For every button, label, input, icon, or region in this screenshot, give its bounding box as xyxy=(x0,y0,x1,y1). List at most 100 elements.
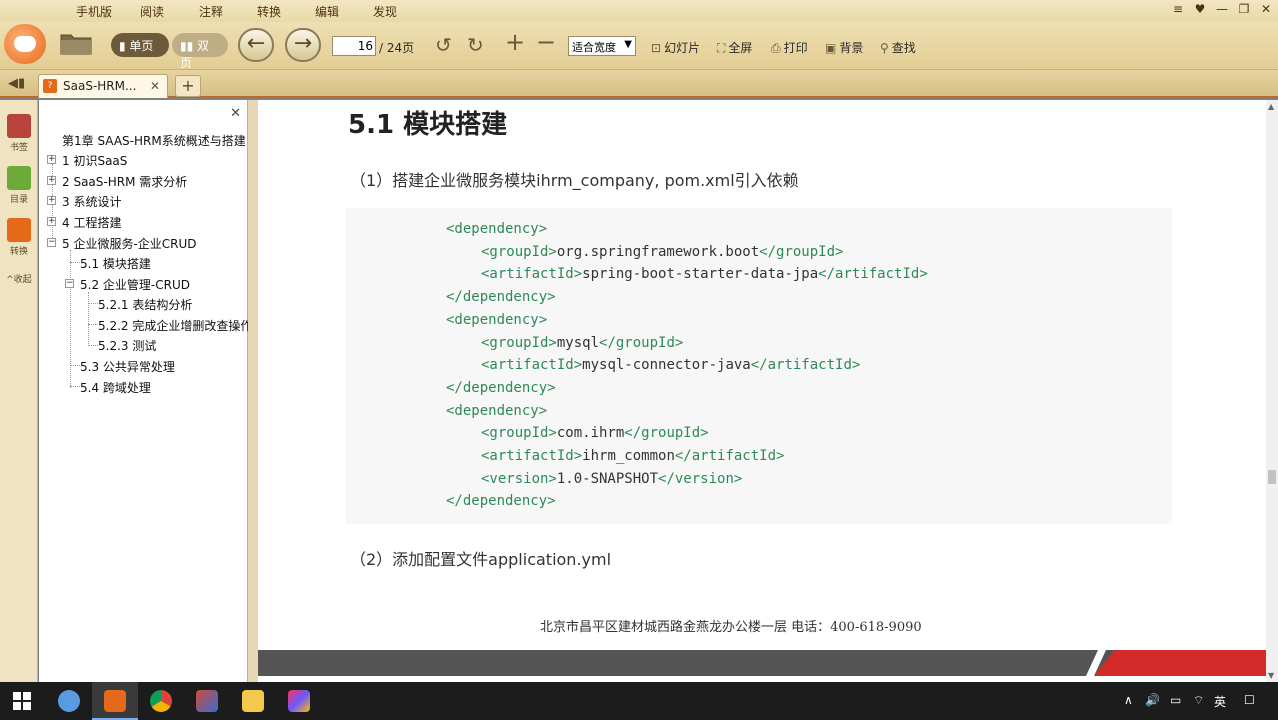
code-line: <dependency> xyxy=(446,312,547,328)
convert-panel-button[interactable]: 转换 xyxy=(4,218,34,257)
xml-tag: </groupId> xyxy=(624,425,709,442)
main-menu-icon[interactable]: ≡ xyxy=(1168,2,1188,16)
bookmark-panel-button[interactable]: 书签 xyxy=(4,114,34,153)
paragraph-step1: （1）搭建企业微服务模块ihrm_company, pom.xml引入依赖 xyxy=(350,171,799,190)
battery-icon[interactable]: ▭ xyxy=(1170,693,1181,707)
code-line: <groupId>com.ihrm</groupId> xyxy=(481,425,709,441)
collapse-node-icon[interactable]: − xyxy=(47,238,56,247)
rotate-right-icon[interactable]: ↻ xyxy=(467,35,484,55)
collapse-rail-button[interactable]: ^收起 xyxy=(4,272,34,285)
outline-item-testing[interactable]: 5.2.3 测试 xyxy=(98,337,156,354)
slideshow-button[interactable]: ⊡ 幻灯片 xyxy=(651,39,700,56)
menu-convert[interactable]: 转换 xyxy=(257,3,281,20)
taskbar-app-git[interactable] xyxy=(184,682,230,720)
outline-item-table-analysis[interactable]: 5.2.1 表结构分析 xyxy=(98,296,192,313)
background-button[interactable]: ▣ 背景 xyxy=(825,39,863,56)
scroll-thumb[interactable] xyxy=(1268,470,1276,484)
menu-edit[interactable]: 编辑 xyxy=(315,3,339,20)
taskbar-app-chrome[interactable] xyxy=(138,682,184,720)
taskbar-app-explorer[interactable] xyxy=(230,682,276,720)
close-button[interactable]: ✕ xyxy=(1256,2,1276,16)
xml-tag: <artifactId> xyxy=(481,357,583,374)
menu-mobile[interactable]: 手机版 xyxy=(76,3,112,20)
expand-icon[interactable]: + xyxy=(47,155,56,164)
menu-annotate[interactable]: 注释 xyxy=(199,3,223,20)
xml-tag: <dependency> xyxy=(446,402,548,419)
outline-item-requirements[interactable]: 2 SaaS-HRM 需求分析 xyxy=(62,173,187,190)
outline-item-exception-handling[interactable]: 5.3 公共异常处理 xyxy=(80,358,175,375)
outline-item-chapter1[interactable]: 第1章 SAAS-HRM系统概述与搭建 xyxy=(62,132,246,149)
print-button[interactable]: ⎙ 打印 xyxy=(771,39,808,56)
double-page-button[interactable]: ▮▮ 双页 xyxy=(172,33,228,70)
open-folder-icon[interactable] xyxy=(60,31,92,55)
fullscreen-icon: ⛶ xyxy=(717,41,726,55)
search-icon: ⚲ xyxy=(880,41,889,55)
app-logo-icon[interactable] xyxy=(4,24,46,64)
side-rail: 书签 目录 转换 ^收起 xyxy=(0,100,38,682)
expand-icon[interactable]: + xyxy=(47,196,56,205)
outline-item-company-management[interactable]: 5.2 企业管理-CRUD xyxy=(80,276,190,293)
document-tab[interactable]: ? SaaS-HRM... ✕ xyxy=(38,74,168,98)
menu-discover[interactable]: 发现 xyxy=(373,3,397,20)
prev-page-icon[interactable]: ← xyxy=(238,28,274,62)
taskbar-app-idea[interactable] xyxy=(276,682,322,720)
outline-panel-button[interactable]: 目录 xyxy=(4,166,34,205)
start-button[interactable] xyxy=(0,682,46,720)
collapse-node-icon[interactable]: − xyxy=(65,279,74,288)
scroll-up-icon[interactable]: ▲ xyxy=(1268,102,1274,111)
print-icon: ⎙ xyxy=(771,41,781,55)
convert-label: 转换 xyxy=(9,247,28,257)
vertical-scrollbar[interactable]: ▲ ▼ xyxy=(1266,100,1278,682)
zoom-in-icon[interactable]: + xyxy=(505,30,525,54)
outline-item-system-design[interactable]: 3 系统设计 xyxy=(62,193,121,210)
taskbar-app-reader[interactable] xyxy=(92,682,138,720)
xml-text: spring-boot-starter-data-jpa xyxy=(582,266,819,283)
tray-expand-icon[interactable]: ∧ xyxy=(1124,693,1133,707)
toolbar: ▮ 单页 ▮▮ 双页 ← → 16 / 24页 ↺ ↻ + − 适合宽度 ▼ ⊡… xyxy=(0,22,1278,70)
outline-item-cors[interactable]: 5.4 跨域处理 xyxy=(80,379,151,396)
close-outline-icon[interactable]: ✕ xyxy=(230,106,241,121)
zoom-select[interactable]: 适合宽度 ▼ xyxy=(568,36,636,56)
expand-icon[interactable]: + xyxy=(47,217,56,226)
xml-tag: </artifactId> xyxy=(674,448,785,464)
outline-item-intro-saas[interactable]: 1 初识SaaS xyxy=(62,152,127,169)
single-page-button[interactable]: ▮ 单页 xyxy=(111,33,169,57)
reader-icon xyxy=(104,690,126,712)
code-line: <artifactId>spring-boot-starter-data-jpa… xyxy=(481,266,928,282)
close-tab-icon[interactable]: ✕ xyxy=(150,79,160,93)
page-number-input[interactable]: 16 xyxy=(332,36,376,56)
menu-read[interactable]: 阅读 xyxy=(140,3,164,20)
collapse-label: 收起 xyxy=(13,275,32,285)
xml-tag: </dependency> xyxy=(446,379,556,396)
rotate-left-icon[interactable]: ↺ xyxy=(435,35,452,55)
xml-tag: <artifactId> xyxy=(481,266,583,283)
outline-item-crud-ops[interactable]: 5.2.2 完成企业增删改查操作 xyxy=(98,317,252,334)
xml-text: ihrm_common xyxy=(582,448,675,464)
restore-button[interactable]: ❐ xyxy=(1234,2,1254,16)
xml-tag: <groupId> xyxy=(481,243,557,260)
scroll-down-icon[interactable]: ▼ xyxy=(1268,671,1274,680)
outline-item-module-setup[interactable]: 5.1 模块搭建 xyxy=(80,255,151,272)
zoom-out-icon[interactable]: − xyxy=(536,30,556,54)
new-tab-button[interactable]: + xyxy=(175,75,201,97)
collapse-icon: ^ xyxy=(6,275,14,285)
search-label: 查找 xyxy=(891,41,916,55)
panel-splitter[interactable] xyxy=(248,100,258,682)
expand-icon[interactable]: + xyxy=(47,176,56,185)
minimize-button[interactable]: — xyxy=(1212,2,1232,16)
outline-item-project-setup[interactable]: 4 工程搭建 xyxy=(62,214,121,231)
code-line: <artifactId>mysql-connector-java</artifa… xyxy=(481,357,860,373)
network-icon[interactable]: ⌔ xyxy=(1193,693,1204,708)
netdisk-icon xyxy=(58,690,80,712)
xml-tag: <dependency> xyxy=(446,221,548,237)
ime-indicator[interactable]: 英 xyxy=(1214,693,1226,710)
fullscreen-button[interactable]: ⛶ 全屏 xyxy=(717,39,752,56)
volume-icon[interactable]: 🔊 xyxy=(1145,693,1160,707)
outline-item-company-crud[interactable]: 5 企业微服务-企业CRUD xyxy=(62,235,197,252)
notification-icon[interactable]: ☐ xyxy=(1244,693,1255,707)
skin-icon[interactable]: ♥ xyxy=(1190,2,1210,16)
next-page-icon[interactable]: → xyxy=(285,28,321,62)
collapse-sidebar-icon[interactable]: ◀▮ xyxy=(8,76,25,91)
taskbar-app-netdisk[interactable] xyxy=(46,682,92,720)
search-button[interactable]: ⚲ 查找 xyxy=(880,39,916,56)
